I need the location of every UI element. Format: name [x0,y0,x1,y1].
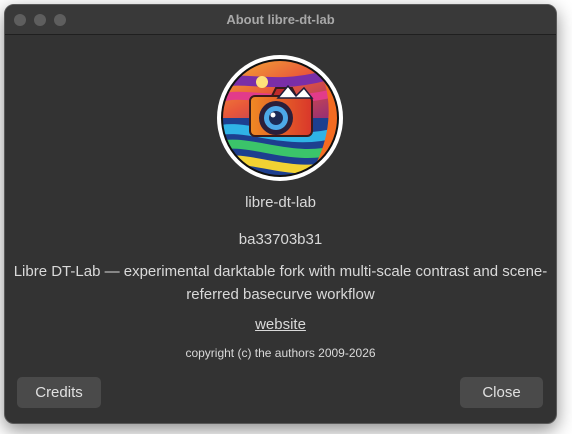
website-link[interactable]: website [255,316,306,333]
close-button[interactable]: Close [460,377,543,408]
app-logo [217,55,343,181]
copyright-text: copyright (c) the authors 2009-2026 [185,346,376,360]
app-description: Libre DT-Lab — experimental darktable fo… [13,263,548,303]
camera-swirl-logo-icon [221,59,339,177]
website-row: website [5,316,556,333]
app-version: ba33703b31 [238,231,323,248]
title-bar: About libre-dt-lab [5,5,556,35]
app-name: libre-dt-lab [245,194,316,211]
about-dialog: About libre-dt-lab libre-dt-lab ba33703b… [4,4,557,424]
window-title: About libre-dt-lab [226,12,335,27]
credits-button[interactable]: Credits [17,377,101,408]
